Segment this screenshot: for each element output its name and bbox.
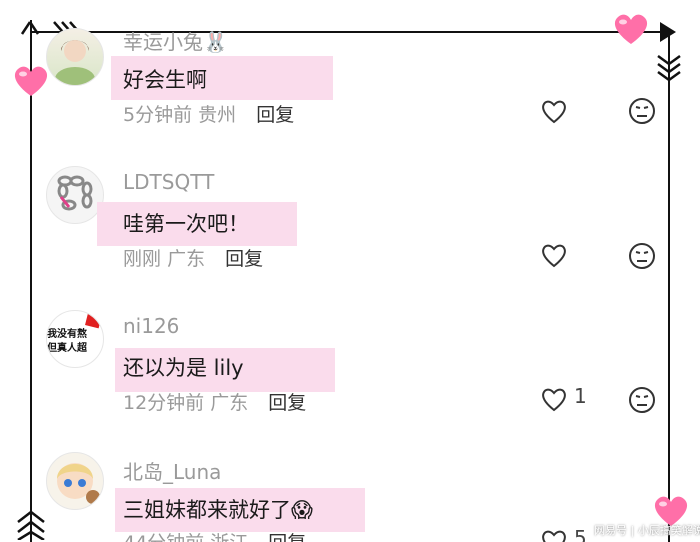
comment-time: 12分钟前 <box>123 392 205 414</box>
comment-location: 广东 <box>167 248 206 270</box>
avatar[interactable] <box>46 452 104 510</box>
comment-time: 5分钟前 <box>123 104 193 126</box>
comment-item: 我没有熬 但真人超 ni126 还以为是 lily 12分钟前 广东 回复 1 <box>0 310 700 454</box>
heart-outline-icon[interactable] <box>540 386 568 412</box>
avatar-text: 但真人超 <box>47 343 87 354</box>
avatar[interactable]: 我没有熬 但真人超 <box>46 310 104 368</box>
avatar[interactable] <box>46 28 104 86</box>
comment-time: 刚刚 <box>123 248 162 270</box>
username[interactable]: LDTSQTT <box>123 170 214 194</box>
comment-text: 好会生啊 <box>123 68 207 92</box>
username[interactable]: ni126 <box>123 314 179 338</box>
comment-meta: 5分钟前 贵州 回复 <box>123 100 294 127</box>
comment-time: 44分钟前 <box>123 532 204 542</box>
neutral-face-icon[interactable] <box>628 242 656 270</box>
comment-text: 哇第一次吧！ <box>123 212 249 236</box>
heart-outline-icon[interactable] <box>540 242 568 268</box>
comment-location: 广东 <box>210 392 249 414</box>
red-card-shape <box>85 311 103 329</box>
neutral-face-icon[interactable] <box>628 386 656 414</box>
comment-item: LDTSQTT 哇第一次吧！ 刚刚 广东 回复 <box>0 166 700 310</box>
username[interactable]: 幸运小兔🐰 <box>123 26 228 55</box>
avatar[interactable] <box>46 166 104 224</box>
comment-item: 幸运小兔🐰 好会生啊 5分钟前 贵州 回复 <box>0 24 700 168</box>
like-count: 5 <box>574 526 587 542</box>
heart-outline-icon[interactable] <box>540 528 568 542</box>
reply-button[interactable]: 回复 <box>256 104 294 126</box>
watermark: 网易号 | 小辰搞笑解说 <box>594 524 700 537</box>
reply-button[interactable]: 回复 <box>225 248 263 270</box>
username[interactable]: 北岛_Luna <box>123 456 221 485</box>
comment-meta: 44分钟前 浙江 回复 <box>123 528 306 542</box>
comment-location: 浙江 <box>210 532 248 542</box>
avatar-text: 我没有熬 <box>47 329 87 340</box>
neutral-face-icon[interactable] <box>628 97 656 125</box>
comment-meta: 刚刚 广东 回复 <box>123 244 263 271</box>
comment-text: 还以为是 lily <box>123 356 244 380</box>
comment-meta: 12分钟前 广东 回复 <box>123 388 306 415</box>
comment-location: 贵州 <box>198 104 237 126</box>
like-count: 1 <box>574 384 587 408</box>
heart-outline-icon[interactable] <box>540 98 568 124</box>
comment-text: 三姐妹都来就好了😱 <box>123 498 313 522</box>
reply-button[interactable]: 回复 <box>268 392 306 414</box>
reply-button[interactable]: 回复 <box>268 532 306 542</box>
